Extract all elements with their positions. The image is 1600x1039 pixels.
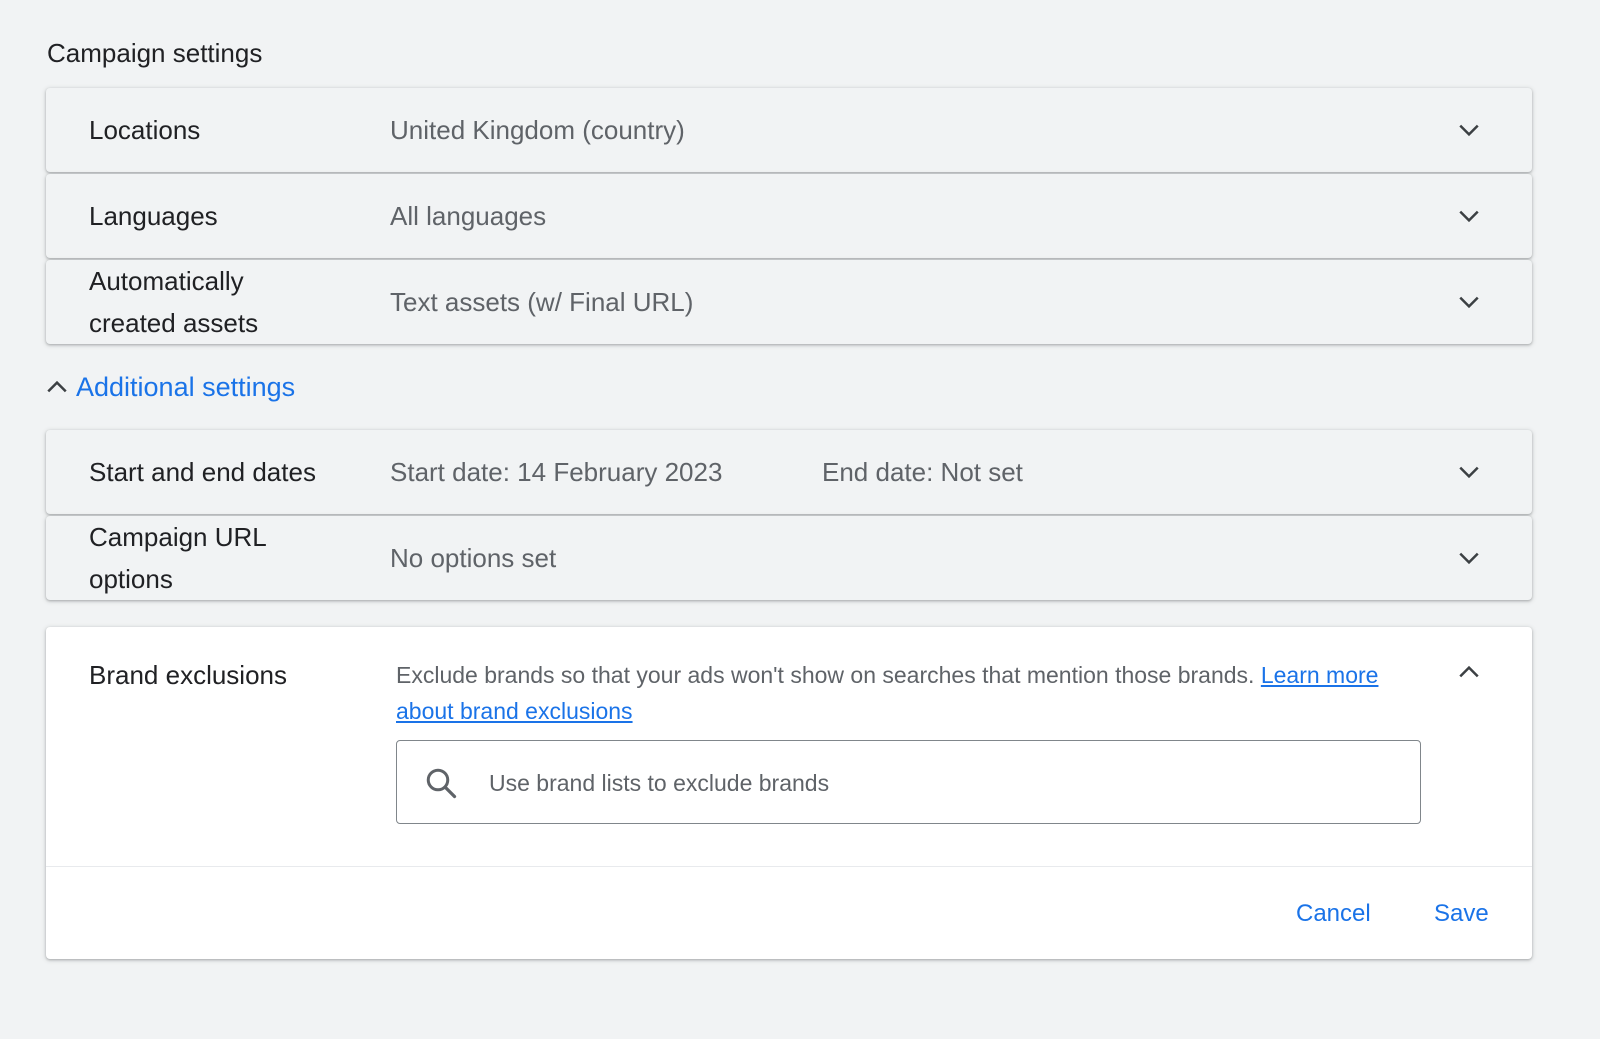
row-label-line: options xyxy=(89,564,173,594)
campaign-settings-page: Campaign settings Locations United Kingd… xyxy=(0,0,1600,1039)
row-label: Campaign URL options xyxy=(89,516,379,600)
row-label-line: Campaign URL xyxy=(89,522,267,552)
settings-row-locations[interactable]: Locations United Kingdom (country) xyxy=(46,88,1532,172)
chevron-up-icon xyxy=(47,380,67,393)
row-label-line: created assets xyxy=(89,308,259,338)
brand-exclusions-label: Brand exclusions xyxy=(89,660,287,690)
row-label: Start and end dates xyxy=(89,457,316,487)
brand-exclusions-panel: Brand exclusions Exclude brands so that … xyxy=(46,627,1532,959)
row-label: Automatically created assets xyxy=(89,260,379,344)
chevron-up-icon[interactable] xyxy=(1452,655,1486,689)
chevron-down-icon[interactable] xyxy=(1452,285,1486,319)
chevron-down-icon[interactable] xyxy=(1452,113,1486,147)
brand-exclusions-description: Exclude brands so that your ads won't sh… xyxy=(396,657,1416,729)
row-value: United Kingdom (country) xyxy=(390,115,685,145)
row-value: All languages xyxy=(390,201,547,231)
brand-list-search-input[interactable] xyxy=(489,761,1389,805)
row-value: Text assets (w/ Final URL) xyxy=(390,287,694,317)
settings-row-campaign-url-options[interactable]: Campaign URL options No options set xyxy=(46,516,1532,600)
section-title: Campaign settings xyxy=(47,38,263,68)
additional-settings-label: Additional settings xyxy=(76,372,296,402)
settings-row-automatically-created-assets[interactable]: Automatically created assets Text assets… xyxy=(46,260,1532,344)
row-value-end-date: End date: Not set xyxy=(822,457,1023,487)
row-value: No options set xyxy=(390,543,557,573)
brand-list-search-box[interactable] xyxy=(396,740,1421,824)
settings-row-languages[interactable]: Languages All languages xyxy=(46,174,1532,258)
additional-settings-toggle[interactable]: Additional settings xyxy=(42,370,295,404)
settings-row-start-end-dates[interactable]: Start and end dates Start date: 14 Febru… xyxy=(46,430,1532,514)
cancel-button[interactable]: Cancel xyxy=(1290,894,1377,934)
chevron-down-icon[interactable] xyxy=(1452,541,1486,575)
row-value-start-date: Start date: 14 February 2023 xyxy=(390,457,723,487)
row-label-line: Automatically xyxy=(89,266,244,296)
row-label: Locations xyxy=(89,115,201,145)
description-text: Exclude brands so that your ads won't sh… xyxy=(396,662,1255,688)
divider xyxy=(46,866,1532,867)
save-button[interactable]: Save xyxy=(1428,894,1495,934)
search-icon xyxy=(426,768,457,799)
chevron-down-icon[interactable] xyxy=(1452,199,1486,233)
row-label: Languages xyxy=(89,201,218,231)
chevron-down-icon[interactable] xyxy=(1452,455,1486,489)
